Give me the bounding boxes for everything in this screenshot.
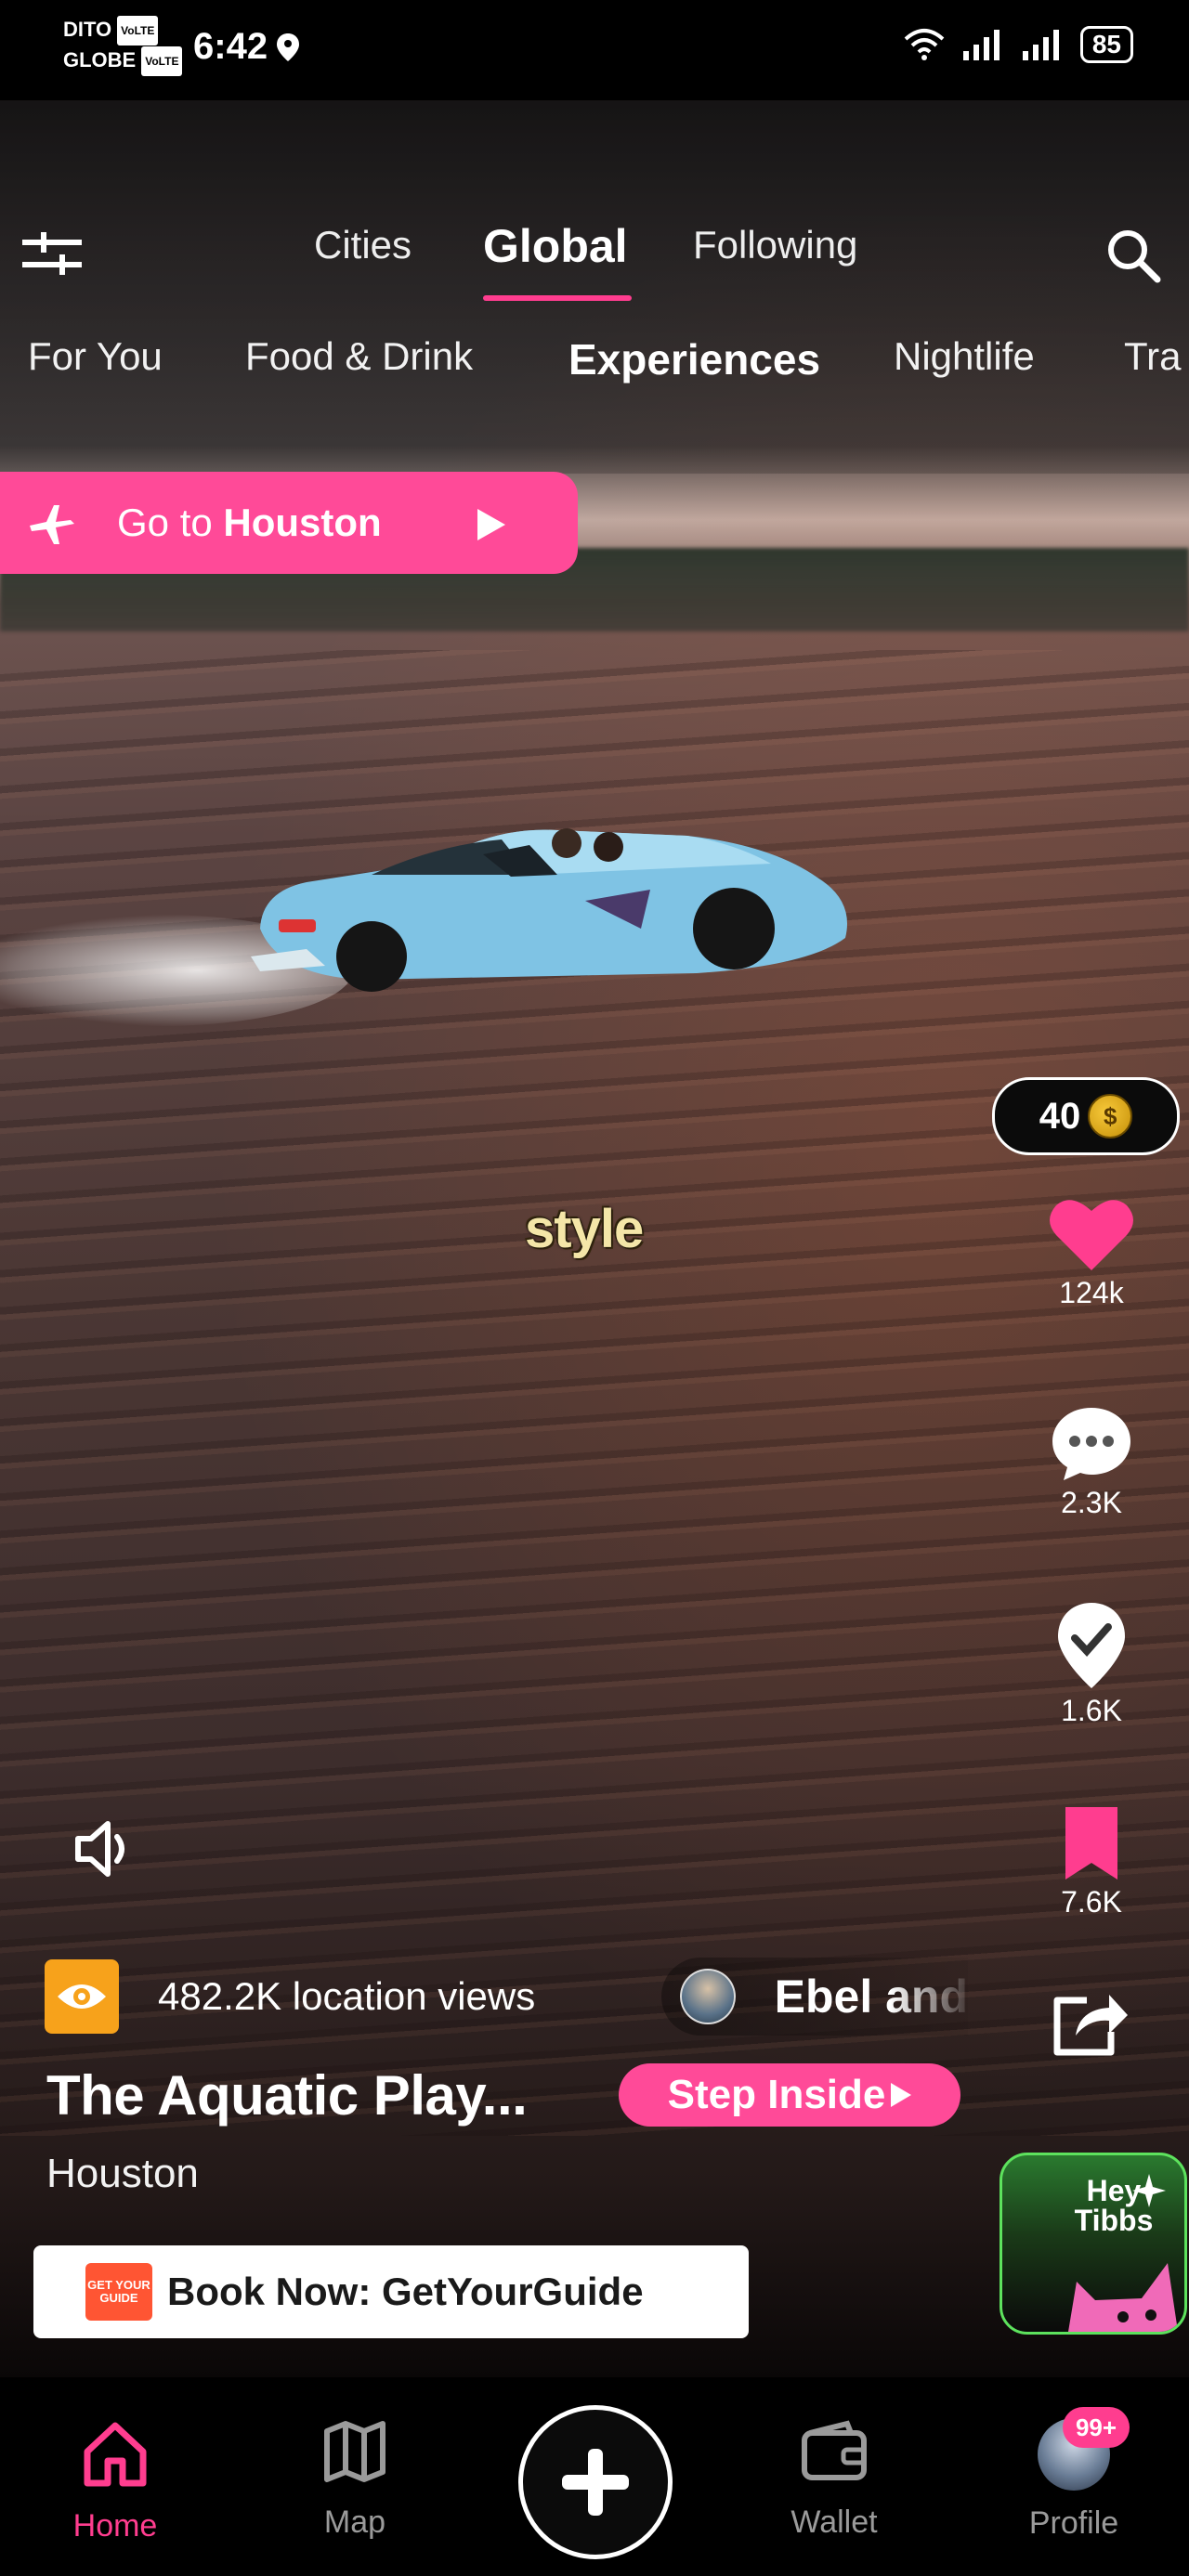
- wallet-icon: [802, 2420, 867, 2480]
- play-arrow-icon: [891, 2083, 912, 2107]
- volte-tag: VoLTE: [117, 16, 159, 46]
- nav-profile-label: Profile: [1028, 2505, 1119, 2541]
- hey-tibbs-assistant-button[interactable]: Hey Tibbs: [1000, 2153, 1187, 2335]
- active-tab-indicator: [483, 295, 632, 301]
- airplane-icon: [30, 505, 74, 544]
- speaker-icon[interactable]: [74, 1820, 139, 1878]
- nav-wallet[interactable]: Wallet: [760, 2418, 908, 2541]
- carrier-labels: DITO VoLTE GLOBE VoLTE: [63, 15, 183, 77]
- book-now-button[interactable]: GET YOUR GUIDE Book Now: GetYourGuide: [33, 2245, 749, 2338]
- go-to-city-button[interactable]: Go to Houston: [0, 472, 578, 574]
- wifi-icon: [904, 29, 945, 60]
- volte-tag: VoLTE: [141, 46, 183, 77]
- share-icon: [1053, 1995, 1128, 2056]
- step-inside-button[interactable]: Step Inside: [619, 2063, 960, 2127]
- coin-icon: $: [1088, 1094, 1133, 1138]
- cat-mascot-icon: [1068, 2263, 1179, 2332]
- home-icon: [84, 2422, 147, 2487]
- place-city: Houston: [46, 2151, 199, 2196]
- category-experiences[interactable]: Experiences: [568, 334, 820, 384]
- go-to-city: Houston: [223, 501, 382, 544]
- checkin-pin-icon: [1058, 1603, 1125, 1688]
- tab-cities[interactable]: Cities: [314, 223, 412, 267]
- notification-badge: 99+: [1063, 2407, 1130, 2448]
- save-button[interactable]: 7.6K: [1031, 1805, 1152, 1919]
- save-count: 7.6K: [1061, 1885, 1122, 1919]
- go-to-label: Go to Houston: [117, 501, 382, 545]
- nav-map-label: Map: [323, 2504, 386, 2540]
- carrier-2: GLOBE: [63, 48, 137, 72]
- map-icon: [324, 2421, 385, 2482]
- bookmark-icon: [1065, 1807, 1117, 1880]
- creator-name: Ebel and: [774, 1971, 968, 2023]
- amphibious-car-image: [251, 828, 847, 992]
- clock: 6:42: [193, 26, 268, 67]
- play-arrow-icon: [477, 509, 505, 540]
- location-icon: [277, 33, 299, 61]
- sparkle-icon: [1132, 2174, 1166, 2207]
- status-bar: DITO VoLTE GLOBE VoLTE 6:42 85: [0, 0, 1189, 100]
- tab-global[interactable]: Global: [483, 219, 628, 273]
- share-button[interactable]: [1031, 1987, 1152, 2058]
- like-button[interactable]: 124k: [1031, 1196, 1152, 1310]
- plus-icon: [562, 2449, 629, 2516]
- heart-icon: [1050, 1200, 1133, 1270]
- comment-button[interactable]: 2.3K: [1031, 1404, 1152, 1520]
- system-icons: 85: [904, 26, 1133, 63]
- feed-tabs: Cities Global Following: [0, 220, 1189, 288]
- step-inside-label: Step Inside: [667, 2072, 886, 2117]
- coin-counter[interactable]: 40 $: [992, 1077, 1180, 1155]
- comment-icon: [1052, 1408, 1130, 1480]
- comment-count: 2.3K: [1061, 1486, 1122, 1519]
- go-to-prefix: Go to: [117, 501, 213, 544]
- battery-indicator: 85: [1079, 26, 1133, 63]
- category-tabs: For You Food & Drink Experiences Nightli…: [0, 334, 1189, 399]
- place-title[interactable]: The Aquatic Play...: [46, 2063, 528, 2127]
- nav-home[interactable]: Home: [41, 2418, 189, 2544]
- nav-home-label: Home: [72, 2508, 158, 2543]
- location-views: 482.2K location views: [45, 1959, 535, 2034]
- coin-count: 40: [1039, 1095, 1081, 1137]
- carrier-1: DITO: [63, 18, 112, 41]
- nav-map[interactable]: Map: [281, 2418, 429, 2541]
- category-food-drink[interactable]: Food & Drink: [245, 334, 473, 379]
- checkin-button[interactable]: 1.6K: [1031, 1601, 1152, 1728]
- signal-icon: [1022, 30, 1059, 60]
- video-caption: style: [525, 1199, 644, 1259]
- creator-avatar: [680, 1969, 736, 2024]
- create-button[interactable]: [518, 2405, 673, 2559]
- bottom-nav: Home Map Wallet Profile 99+: [0, 2377, 1189, 2576]
- like-count: 124k: [1059, 1276, 1124, 1309]
- getyourguide-logo: GET YOUR GUIDE: [85, 2263, 152, 2321]
- location-views-count: 482.2K location views: [158, 1974, 536, 2018]
- eye-icon: [45, 1959, 119, 2034]
- category-for-you[interactable]: For You: [28, 334, 163, 379]
- checkin-count: 1.6K: [1061, 1694, 1122, 1727]
- book-now-label: Book Now: GetYourGuide: [167, 2270, 644, 2313]
- category-travel[interactable]: Tra: [1124, 334, 1181, 379]
- category-nightlife[interactable]: Nightlife: [894, 334, 1035, 379]
- nav-wallet-label: Wallet: [790, 2504, 878, 2540]
- signal-icon: [962, 30, 1000, 60]
- app-screen: DITO VoLTE GLOBE VoLTE 6:42 85 Cities Glob…: [0, 0, 1189, 2576]
- tab-following[interactable]: Following: [693, 223, 857, 267]
- creator-chip[interactable]: Ebel and: [661, 1958, 968, 2036]
- search-icon[interactable]: [1105, 228, 1161, 283]
